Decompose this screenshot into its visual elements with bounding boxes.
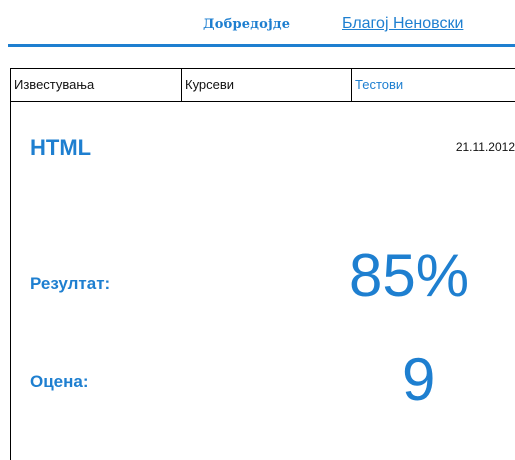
header: Добредојде Благој Неновски	[0, 0, 515, 47]
test-title: HTML	[30, 135, 92, 160]
test-date: 21.11.2012	[455, 140, 515, 154]
result-label: Резултат:	[30, 274, 111, 293]
header-divider	[8, 44, 515, 47]
tab-tests[interactable]: Тестови	[352, 69, 515, 101]
tab-bar: Известувања Курсеви Тестови	[10, 68, 515, 102]
tab-courses[interactable]: Курсеви	[182, 69, 352, 101]
welcome-text: Добредојде	[203, 17, 291, 32]
grade-label: Оцена:	[30, 372, 89, 391]
result-value: 85%	[349, 242, 470, 309]
page: Добредојде Благој Неновски Известувања К…	[0, 0, 515, 460]
test-result-panel: HTML 21.11.2012 Резултат: 85% Оцена: 9	[10, 102, 515, 460]
grade-value: 9	[402, 346, 436, 413]
username-link[interactable]: Благој Неновски	[342, 15, 463, 33]
tab-notifications[interactable]: Известувања	[11, 69, 182, 101]
